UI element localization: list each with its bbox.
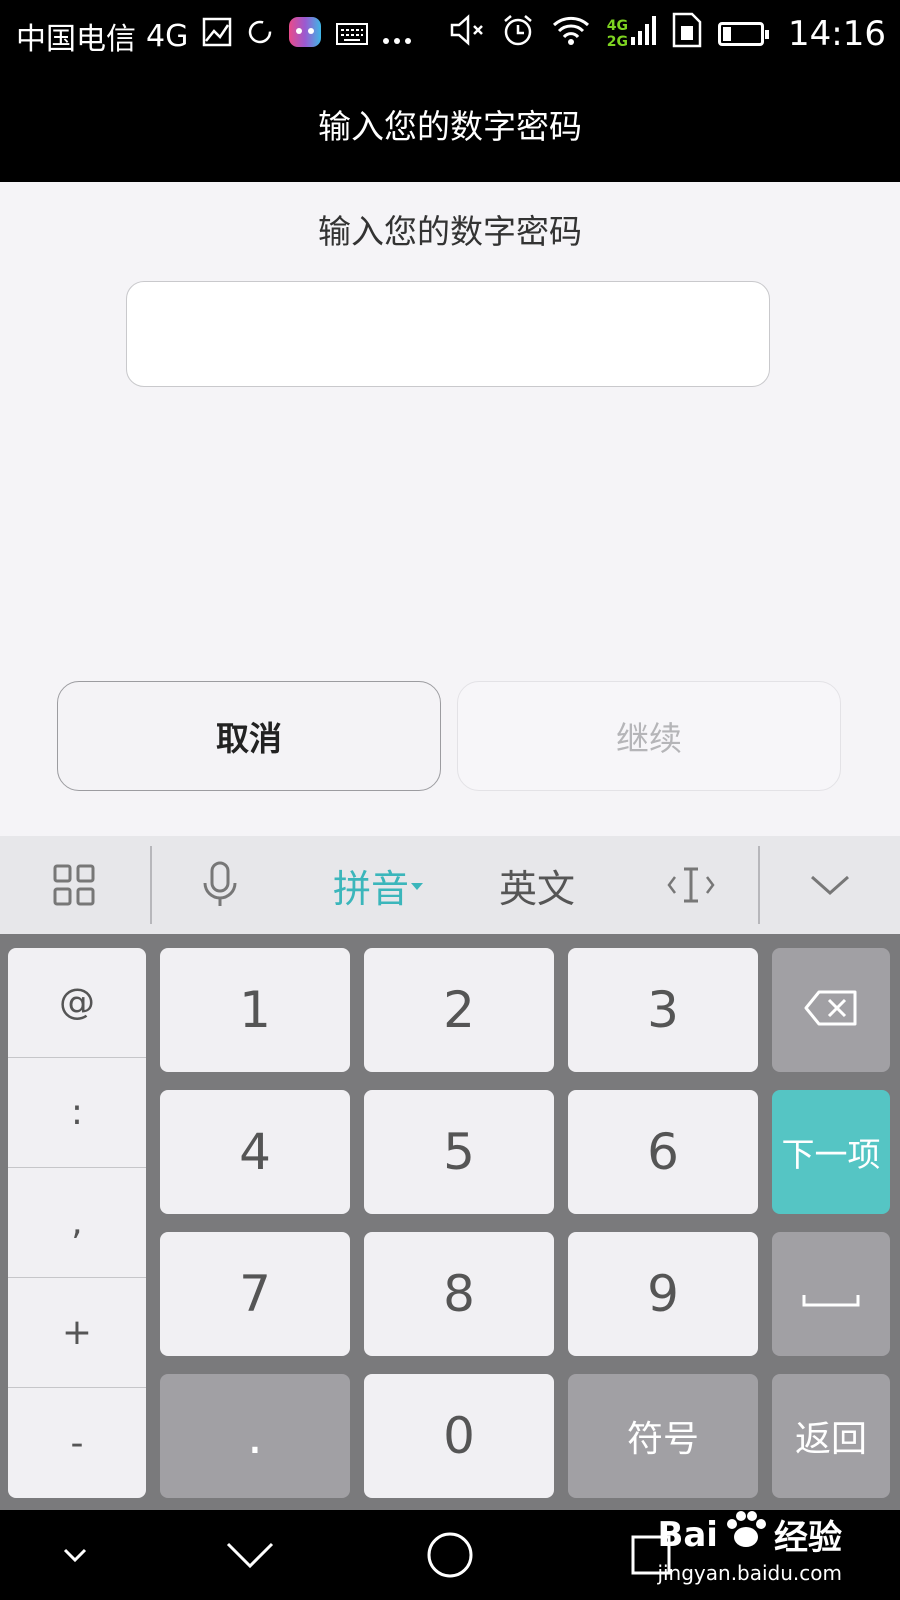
cancel-button[interactable]: 取消 xyxy=(57,681,441,791)
network-label: 4G xyxy=(146,18,189,54)
next-field-key[interactable]: 下一项 xyxy=(772,1090,890,1214)
space-key[interactable] xyxy=(772,1232,890,1356)
key-4[interactable]: 4 xyxy=(160,1090,350,1214)
baidu-watermark: Bai 经验 jingyan.baidu.com xyxy=(657,1510,842,1585)
signal-badge-bottom: 2G xyxy=(606,34,629,50)
continue-button-label: 继续 xyxy=(616,719,682,758)
status-left: 中国电信 4G xyxy=(16,14,412,58)
backspace-icon xyxy=(803,981,859,1039)
key-3[interactable]: 3 xyxy=(568,948,758,1072)
game-icon xyxy=(288,16,322,56)
key-6[interactable]: 6 xyxy=(568,1090,758,1214)
paw-icon xyxy=(724,1510,768,1559)
backspace-key[interactable] xyxy=(772,948,890,1072)
mute-icon xyxy=(449,14,485,54)
sync-icon xyxy=(246,18,274,54)
key-2[interactable]: 2 xyxy=(364,948,554,1072)
key-8[interactable]: 8 xyxy=(364,1232,554,1356)
title-bar: 输入您的数字密码 xyxy=(0,66,900,182)
dot-key[interactable]: . xyxy=(160,1374,350,1498)
symbol-key[interactable]: , xyxy=(8,1168,146,1278)
symbol-key[interactable]: : xyxy=(8,1058,146,1168)
page-title: 输入您的数字密码 xyxy=(318,107,582,146)
collapse-keyboard-icon[interactable] xyxy=(790,836,870,934)
watermark-brand-right: 经验 xyxy=(773,1518,842,1558)
key-5[interactable]: 5 xyxy=(364,1090,554,1214)
signal-icon xyxy=(630,13,657,55)
numeric-keyboard: @ : , + - 1 2 3 4 5 6 下一项 7 8 9 . 0 符号 返… xyxy=(0,934,900,1510)
watermark-brand-left: Bai xyxy=(657,1514,718,1555)
key-7[interactable]: 7 xyxy=(160,1232,350,1356)
pin-prompt: 输入您的数字密码 xyxy=(318,212,582,251)
key-1[interactable]: 1 xyxy=(160,948,350,1072)
status-right: 4G 2G 14:16 xyxy=(449,12,886,56)
microphone-icon[interactable] xyxy=(180,836,260,934)
hide-nav-icon[interactable] xyxy=(50,1510,100,1600)
more-dots-icon xyxy=(382,19,412,54)
pinyin-label: 拼音 xyxy=(332,866,409,911)
dropdown-caret-icon xyxy=(411,876,423,895)
cancel-button-label: 取消 xyxy=(216,719,282,758)
watermark-logo: Bai 经验 xyxy=(657,1510,842,1559)
symbol-key[interactable]: + xyxy=(8,1278,146,1388)
battery-icon xyxy=(718,22,770,46)
sim-icon xyxy=(672,12,702,56)
english-label: 英文 xyxy=(498,866,575,911)
watermark-url: jingyan.baidu.com xyxy=(657,1561,842,1585)
toolbar-divider xyxy=(758,846,760,924)
symbol-key[interactable]: - xyxy=(8,1388,146,1498)
wifi-icon xyxy=(551,14,591,54)
cursor-icon[interactable] xyxy=(650,836,732,934)
pinyin-mode-tab[interactable]: 拼音 xyxy=(318,836,438,934)
symbols-key[interactable]: 符号 xyxy=(568,1374,758,1498)
home-nav-icon[interactable] xyxy=(420,1510,480,1600)
carrier-label: 中国电信 xyxy=(16,22,136,57)
signal-badge-top: 4G xyxy=(606,18,629,34)
grid-icon[interactable] xyxy=(30,836,118,934)
pin-input[interactable] xyxy=(126,281,770,387)
keyboard-toolbar: 拼音 英文 xyxy=(0,836,900,934)
symbol-key[interactable]: @ xyxy=(8,948,146,1058)
key-9[interactable]: 9 xyxy=(568,1232,758,1356)
alarm-icon xyxy=(501,13,535,55)
image-icon xyxy=(202,17,232,55)
clock: 14:16 xyxy=(788,14,886,54)
continue-button[interactable]: 继续 xyxy=(457,681,841,791)
back-key[interactable]: 返回 xyxy=(772,1374,890,1498)
toolbar-divider xyxy=(150,846,152,924)
signal-badge: 4G 2G xyxy=(607,18,628,50)
key-0[interactable]: 0 xyxy=(364,1374,554,1498)
english-mode-tab[interactable]: 英文 xyxy=(482,836,592,934)
keyboard-icon xyxy=(336,19,369,54)
space-icon xyxy=(801,1265,861,1323)
symbol-column: @ : , + - xyxy=(8,948,146,1498)
status-bar: 中国电信 4G 4G 2G 14:16 xyxy=(0,0,900,66)
back-nav-icon[interactable] xyxy=(220,1510,280,1600)
